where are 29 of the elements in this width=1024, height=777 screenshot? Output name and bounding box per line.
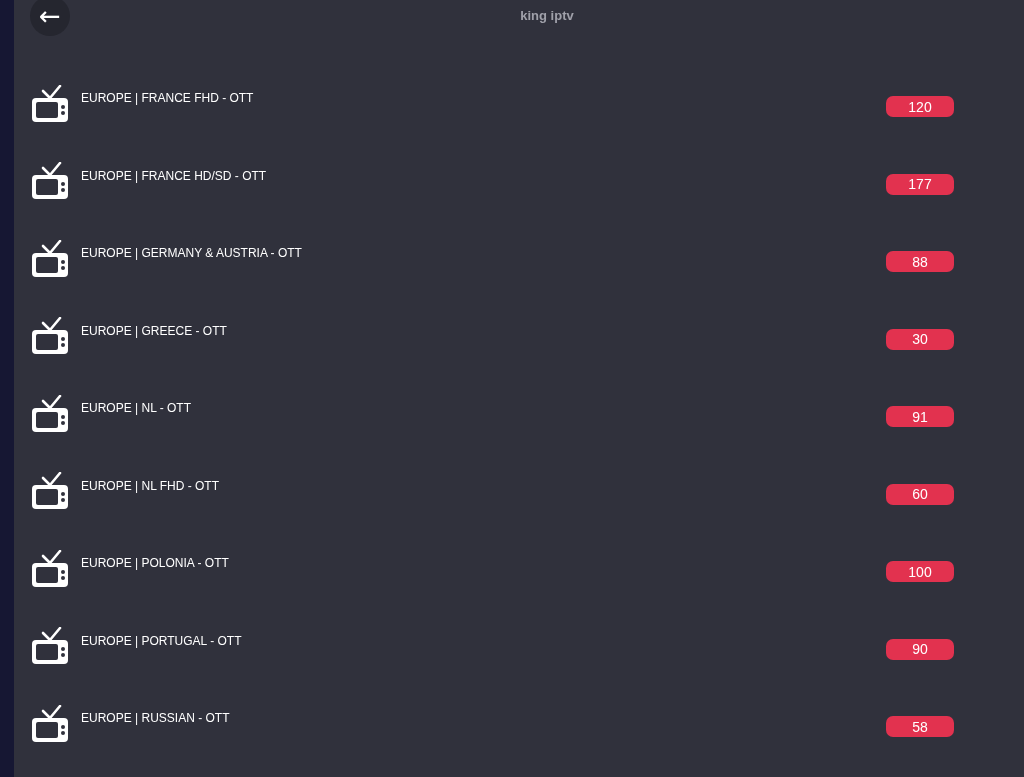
channel-count: 120 [886,96,954,118]
category-name[interactable]: EUROPE | GERMANY & AUSTRIA - OTT [81,246,886,260]
tv-icon [31,472,69,511]
category-name[interactable]: EUROPE | RUSSIAN - OTT [81,711,886,725]
tv-icon [31,394,69,433]
channel-count: 90 [886,638,954,660]
tv-icon [31,549,69,588]
tv-icon [31,627,69,666]
tv-icon [31,162,69,201]
category-name[interactable]: EUROPE | GREECE - OTT [81,323,886,338]
category-name[interactable]: EUROPE | NL - OTT [81,401,886,415]
channel-count: 60 [886,483,954,505]
channel-count: 100 [886,561,954,583]
channel-count: 91 [886,406,954,428]
page-title: king iptv [519,8,575,23]
category-name[interactable]: EUROPE | FRANCE HD/SD - OTT [81,168,886,183]
channel-count: 30 [886,328,954,350]
channel-count: 177 [886,173,954,195]
tv-icon [31,239,69,278]
tv-icon [31,317,69,356]
category-name[interactable]: EUROPE | FRANCE FHD - OTT [81,91,886,105]
category-name[interactable]: EUROPE | POLONIA - OTT [81,556,886,570]
channel-count: 88 [886,251,954,273]
back-button[interactable]: ← [30,0,70,36]
category-name[interactable]: EUROPE | NL FHD - OTT [81,478,886,493]
tv-icon [31,84,69,123]
category-name[interactable]: EUROPE | PORTUGAL - OTT [81,633,886,648]
tv-icon [31,704,69,743]
channel-count: 58 [886,716,954,738]
